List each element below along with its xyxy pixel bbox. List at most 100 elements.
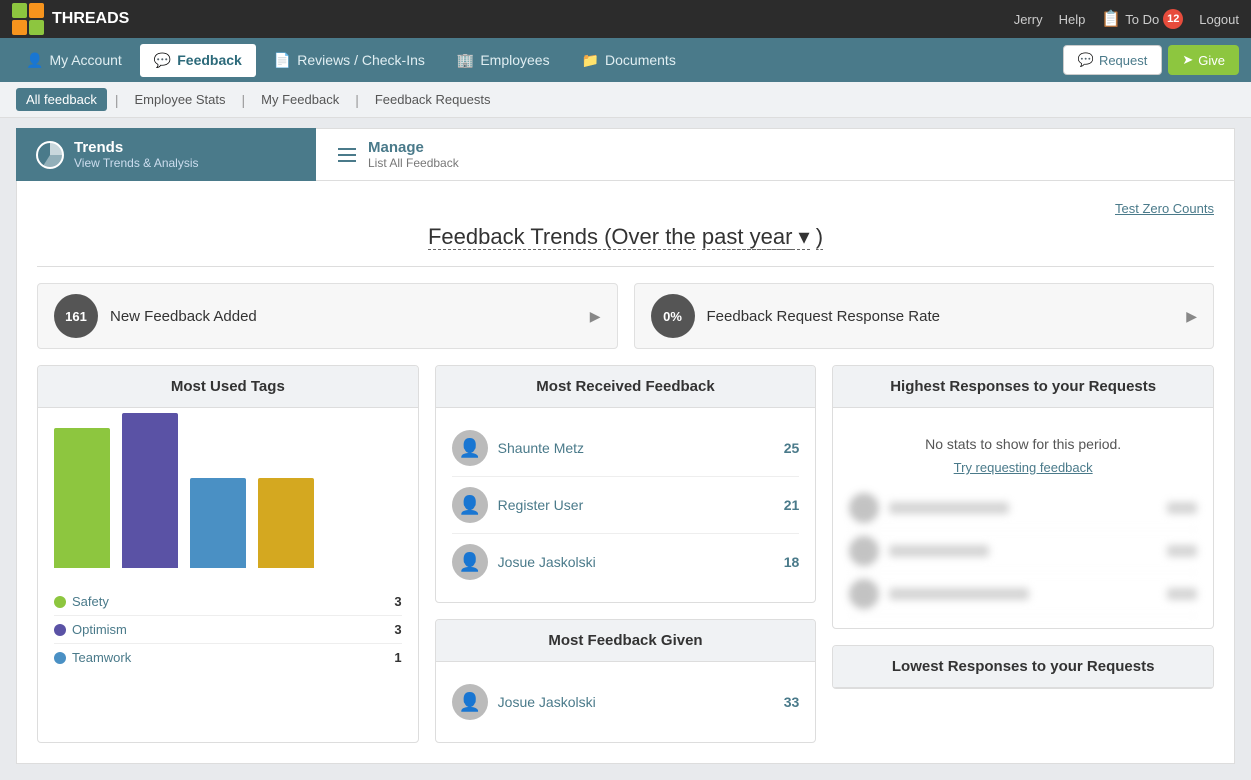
nav-employees[interactable]: 🏢 Employees bbox=[443, 44, 564, 77]
subnav-feedback-requests[interactable]: Feedback Requests bbox=[367, 88, 499, 111]
nav-documents[interactable]: 📁 Documents bbox=[568, 44, 690, 77]
stat-response-rate: 0% Feedback Request Response Rate ▶ bbox=[634, 283, 1215, 349]
nav-reviews[interactable]: 📄 Reviews / Check-Ins bbox=[260, 44, 439, 77]
user-link[interactable]: Jerry bbox=[1014, 12, 1043, 27]
page-title-prefix: Feedback Trends (Over the bbox=[428, 224, 696, 250]
top-navbar: THREADS Jerry Help 📋 To Do 12 Logout bbox=[0, 0, 1251, 38]
todo-badge[interactable]: 📋 To Do 12 bbox=[1101, 9, 1183, 29]
lowest-responses-header: Lowest Responses to your Requests bbox=[833, 646, 1213, 688]
tags-list: Safety 3 Optimism 3 Teamwork bbox=[38, 576, 418, 683]
trends-tab-title: Trends bbox=[74, 139, 199, 156]
title-divider bbox=[37, 266, 1214, 267]
sep-3: | bbox=[355, 92, 359, 108]
blurred-row-1 bbox=[849, 487, 1197, 530]
most-given-list: 👤 Josue Jaskolski 33 bbox=[436, 662, 816, 742]
blur-num-2 bbox=[1167, 545, 1197, 557]
page-title-period: past year ▾ bbox=[702, 224, 810, 250]
clipboard-icon: 📋 bbox=[1101, 9, 1121, 29]
tag-item-safety: Safety 3 bbox=[54, 588, 402, 616]
document-icon: 📄 bbox=[274, 52, 291, 69]
highest-responses-panel: Highest Responses to your Requests No st… bbox=[832, 365, 1214, 629]
action-buttons: 💬 Request ➤ Give bbox=[1063, 45, 1239, 75]
nav-documents-label: Documents bbox=[605, 52, 676, 68]
request-label: Request bbox=[1099, 53, 1147, 68]
name-register[interactable]: Register User bbox=[498, 497, 774, 513]
try-requesting-link[interactable]: Try requesting feedback bbox=[849, 460, 1197, 475]
sub-navbar: All feedback | Employee Stats | My Feedb… bbox=[0, 82, 1251, 118]
teamwork-count: 1 bbox=[394, 650, 401, 665]
optimism-count: 3 bbox=[394, 622, 401, 637]
safety-name[interactable]: Safety bbox=[72, 594, 109, 609]
sep-1: | bbox=[115, 92, 119, 108]
top-nav-links: Jerry Help 📋 To Do 12 Logout bbox=[1014, 9, 1239, 29]
optimism-dot bbox=[54, 624, 66, 636]
nav-feedback-label: Feedback bbox=[177, 52, 242, 68]
stats-row: 161 New Feedback Added ▶ 0% Feedback Req… bbox=[37, 283, 1214, 349]
name-shaunte[interactable]: Shaunte Metz bbox=[498, 440, 774, 456]
blurred-row-2 bbox=[849, 530, 1197, 573]
bar-4 bbox=[258, 478, 314, 568]
new-feedback-arrow[interactable]: ▶ bbox=[590, 308, 601, 325]
nav-employees-label: Employees bbox=[480, 52, 549, 68]
blur-text-2 bbox=[889, 545, 989, 557]
trends-tab-subtitle: View Trends & Analysis bbox=[74, 156, 199, 170]
blurred-content bbox=[849, 487, 1197, 616]
subnav-employee-stats[interactable]: Employee Stats bbox=[126, 88, 233, 111]
name-josue-g[interactable]: Josue Jaskolski bbox=[498, 694, 774, 710]
page-title-suffix: ) bbox=[816, 224, 823, 250]
highest-responses-header: Highest Responses to your Requests bbox=[833, 366, 1213, 408]
logo-text: THREADS bbox=[52, 10, 129, 28]
org-icon: 🏢 bbox=[457, 52, 474, 69]
blurred-row-3 bbox=[849, 573, 1197, 616]
subnav-all-feedback[interactable]: All feedback bbox=[16, 88, 107, 111]
test-zero-link[interactable]: Test Zero Counts bbox=[37, 201, 1214, 216]
received-item-1: 👤 Shaunte Metz 25 bbox=[452, 420, 800, 477]
most-received-panel: Most Received Feedback 👤 Shaunte Metz 25… bbox=[435, 365, 817, 603]
most-used-tags-header: Most Used Tags bbox=[38, 366, 418, 408]
nav-my-account[interactable]: 👤 My Account bbox=[12, 44, 136, 77]
view-tabs: Trends View Trends & Analysis Manage Lis… bbox=[16, 128, 1235, 181]
teamwork-name[interactable]: Teamwork bbox=[72, 650, 131, 665]
count-josue-g: 33 bbox=[784, 694, 800, 710]
avatar-shaunte: 👤 bbox=[452, 430, 488, 466]
give-button[interactable]: ➤ Give bbox=[1168, 45, 1239, 75]
folder-icon: 📁 bbox=[582, 52, 599, 69]
right-panels: Highest Responses to your Requests No st… bbox=[832, 365, 1214, 743]
bar-3 bbox=[190, 478, 246, 568]
nav-feedback[interactable]: 💬 Feedback bbox=[140, 44, 256, 77]
trends-tab-text: Trends View Trends & Analysis bbox=[74, 139, 199, 170]
stat-new-feedback: 161 New Feedback Added ▶ bbox=[37, 283, 618, 349]
teamwork-dot bbox=[54, 652, 66, 664]
highest-responses-body: No stats to show for this period. Try re… bbox=[833, 408, 1213, 628]
nav-my-account-label: My Account bbox=[49, 52, 121, 68]
todo-label: To Do bbox=[1125, 12, 1159, 27]
most-used-tags-panel: Most Used Tags Safety 3 bbox=[37, 365, 419, 743]
name-josue-r[interactable]: Josue Jaskolski bbox=[498, 554, 774, 570]
give-label: Give bbox=[1198, 53, 1225, 68]
request-icon: 💬 bbox=[1078, 52, 1094, 68]
most-given-header: Most Feedback Given bbox=[436, 620, 816, 662]
list-icon bbox=[336, 144, 358, 166]
subnav-my-feedback[interactable]: My Feedback bbox=[253, 88, 347, 111]
blur-text-3 bbox=[889, 588, 1029, 600]
manage-tab-title: Manage bbox=[368, 139, 459, 156]
blur-avatar-2 bbox=[849, 536, 879, 566]
count-register: 21 bbox=[784, 497, 800, 513]
help-link[interactable]: Help bbox=[1059, 12, 1086, 27]
logout-link[interactable]: Logout bbox=[1199, 12, 1239, 27]
request-button[interactable]: 💬 Request bbox=[1063, 45, 1163, 75]
optimism-name[interactable]: Optimism bbox=[72, 622, 127, 637]
response-rate-bubble: 0% bbox=[651, 294, 695, 338]
count-shaunte: 25 bbox=[784, 440, 800, 456]
response-rate-arrow[interactable]: ▶ bbox=[1186, 308, 1197, 325]
blur-avatar-3 bbox=[849, 579, 879, 609]
manage-tab[interactable]: Manage List All Feedback bbox=[316, 128, 1235, 181]
middle-panels: Most Received Feedback 👤 Shaunte Metz 25… bbox=[435, 365, 817, 743]
trends-tab[interactable]: Trends View Trends & Analysis bbox=[16, 128, 316, 181]
bar-chart bbox=[38, 408, 418, 568]
new-feedback-label: New Feedback Added bbox=[110, 308, 578, 325]
logo-icon bbox=[12, 3, 44, 35]
given-item-1: 👤 Josue Jaskolski 33 bbox=[452, 674, 800, 730]
avatar-josue-r: 👤 bbox=[452, 544, 488, 580]
sep-2: | bbox=[242, 92, 246, 108]
